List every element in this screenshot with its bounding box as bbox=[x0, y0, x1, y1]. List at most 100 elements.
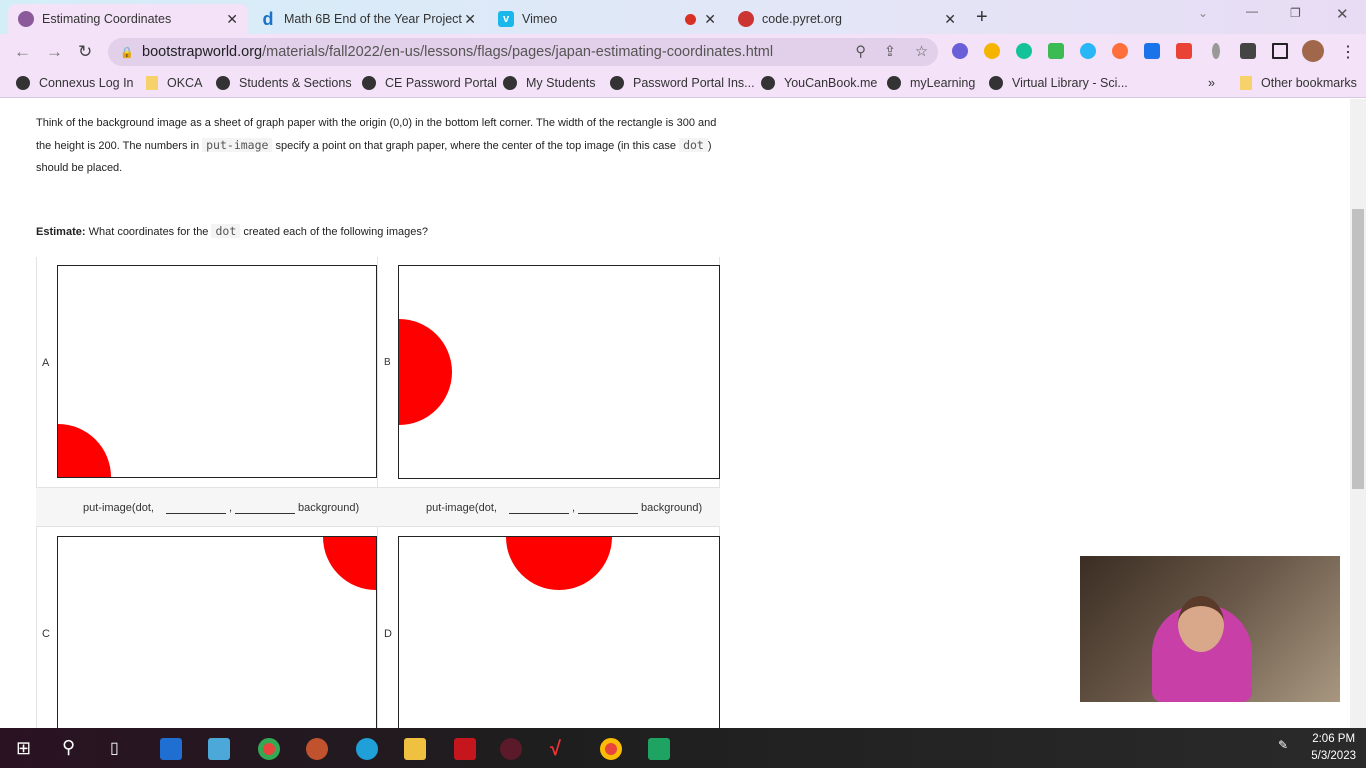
snipping-tool-icon[interactable] bbox=[306, 738, 328, 760]
chrome-icon[interactable] bbox=[258, 738, 280, 760]
windows-start-icon[interactable]: ⊞ bbox=[16, 738, 31, 759]
chrome-icon[interactable] bbox=[600, 738, 622, 760]
vimeo-favicon-icon: v bbox=[498, 11, 514, 27]
close-tab-icon[interactable]: ✕ bbox=[226, 11, 238, 28]
globe-icon bbox=[362, 76, 376, 90]
red-dot bbox=[506, 537, 612, 590]
bookmark[interactable]: Virtual Library - Sci... bbox=[989, 76, 1128, 90]
bookmark-star-icon[interactable]: ☆ bbox=[915, 44, 928, 60]
recording-icon bbox=[685, 13, 696, 25]
scrollbar-thumb[interactable] bbox=[1352, 209, 1364, 489]
extensions-puzzle-icon[interactable] bbox=[1240, 43, 1256, 59]
pen-icon[interactable]: ✎ bbox=[1278, 738, 1288, 752]
google-drive-icon[interactable] bbox=[984, 43, 1000, 59]
webcam-overlay bbox=[1080, 556, 1340, 702]
tab-title: Math 6B End of the Year Project bbox=[284, 12, 462, 26]
bookmark-label: Password Portal Ins... bbox=[633, 76, 755, 90]
image-label-a: A bbox=[42, 357, 50, 369]
image-label-d: D bbox=[384, 628, 392, 640]
kindle-icon[interactable] bbox=[208, 738, 230, 760]
bookmark[interactable]: YouCanBook.me bbox=[761, 76, 877, 90]
bookmark[interactable]: Password Portal Ins... bbox=[610, 76, 755, 90]
close-window-button[interactable]: ✕ bbox=[1336, 5, 1349, 23]
put-image-answer-b: put-image(dot,, background) bbox=[426, 498, 702, 514]
bookmarks-overflow-button[interactable]: » bbox=[1208, 76, 1215, 90]
tab-title: code.pyret.org bbox=[762, 12, 842, 26]
browser-toolbar: ← → ↻ 🔒 bootstrapworld.org/materials/fal… bbox=[0, 34, 1366, 70]
vimeo-extension-icon[interactable] bbox=[1144, 43, 1160, 59]
text: created each of the following images? bbox=[240, 226, 428, 238]
app-icon[interactable]: √ bbox=[550, 738, 572, 760]
profile-avatar[interactable] bbox=[1302, 40, 1324, 62]
red-dot bbox=[323, 537, 376, 590]
url-path: /materials/fall2022/en-us/lessons/flags/… bbox=[262, 44, 774, 60]
bookmark[interactable]: OKCA bbox=[146, 76, 202, 90]
new-tab-button[interactable]: + bbox=[976, 6, 988, 29]
bookmark[interactable]: Students & Sections bbox=[216, 76, 352, 90]
folder-icon bbox=[1240, 76, 1252, 90]
bookmark[interactable]: Connexus Log In bbox=[16, 76, 134, 90]
estimate-prompt: Estimate: What coordinates for the dot c… bbox=[36, 220, 726, 243]
answer-row: put-image(dot,, background) put-image(dot… bbox=[36, 487, 720, 527]
scrollbar[interactable] bbox=[1350, 99, 1366, 728]
extension-icon[interactable] bbox=[952, 43, 968, 59]
google-chat-icon[interactable] bbox=[648, 738, 670, 760]
acrobat-icon[interactable] bbox=[454, 738, 476, 760]
close-tab-icon[interactable]: ✕ bbox=[464, 11, 476, 28]
globe-icon bbox=[610, 76, 624, 90]
taskbar: ⊞ ⚲ ▯ √ ✎ 2:06 PM 5/3/2023 bbox=[0, 728, 1366, 768]
y-coordinate-blank[interactable] bbox=[235, 498, 295, 514]
tab-strip: Estimating Coordinates ✕ d Math 6B End of … bbox=[0, 0, 1366, 34]
forward-button[interactable]: → bbox=[46, 42, 63, 62]
microphone-icon[interactable] bbox=[1212, 43, 1220, 59]
edge-icon[interactable] bbox=[356, 738, 378, 760]
bookmark-label: Virtual Library - Sci... bbox=[1012, 76, 1128, 90]
globe-icon bbox=[16, 76, 30, 90]
address-bar[interactable]: 🔒 bootstrapworld.org/materials/fall2022/… bbox=[108, 38, 938, 66]
bookmark-label: OKCA bbox=[167, 76, 203, 90]
other-bookmarks[interactable]: Other bookmarks bbox=[1240, 76, 1357, 90]
zoom-icon[interactable]: ⚲ bbox=[855, 44, 866, 60]
minimize-button[interactable]: — bbox=[1246, 4, 1258, 18]
reload-button[interactable]: ↻ bbox=[78, 42, 92, 62]
bookmarks-bar: Connexus Log In OKCA Students & Sections… bbox=[0, 70, 1366, 98]
grammarly-icon[interactable] bbox=[1016, 43, 1032, 59]
extension-icon[interactable] bbox=[1176, 43, 1192, 59]
bookmark[interactable]: myLearning bbox=[887, 76, 975, 90]
extension-icon[interactable] bbox=[1048, 43, 1064, 59]
bookmark[interactable]: CE Password Portal bbox=[362, 76, 497, 90]
side-panel-icon[interactable] bbox=[1272, 43, 1288, 59]
share-icon[interactable]: ⇪ bbox=[884, 44, 896, 60]
image-d bbox=[398, 536, 720, 728]
tab-estimating-coordinates[interactable]: Estimating Coordinates ✕ bbox=[8, 4, 248, 34]
tab-pyret[interactable]: code.pyret.org ✕ bbox=[728, 4, 966, 34]
app-icon[interactable] bbox=[500, 738, 522, 760]
file-explorer-icon[interactable] bbox=[404, 738, 426, 760]
put-image-answer-a: put-image(dot,, background) bbox=[83, 498, 359, 514]
tab-search-icon[interactable]: ⌄ bbox=[1198, 6, 1208, 20]
extension-icon[interactable] bbox=[1112, 43, 1128, 59]
bookmark-label: myLearning bbox=[910, 76, 976, 90]
menu-icon[interactable]: ⋮ bbox=[1340, 42, 1356, 62]
clock[interactable]: 2:06 PM 5/3/2023 bbox=[1311, 731, 1356, 765]
tab-math-6b[interactable]: d Math 6B End of the Year Project ✕ bbox=[250, 4, 486, 34]
tab-vimeo[interactable]: v Vimeo ✕ bbox=[488, 4, 726, 34]
extension-icon[interactable] bbox=[1080, 43, 1096, 59]
url-domain: bootstrapworld.org bbox=[142, 44, 263, 60]
bold-label: Estimate: bbox=[36, 226, 86, 238]
x-coordinate-blank[interactable] bbox=[165, 498, 226, 514]
restore-button[interactable]: ❐ bbox=[1290, 6, 1301, 20]
search-icon[interactable]: ⚲ bbox=[62, 737, 75, 758]
close-tab-icon[interactable]: ✕ bbox=[704, 11, 716, 28]
x-coordinate-blank[interactable] bbox=[508, 498, 569, 514]
close-tab-icon[interactable]: ✕ bbox=[944, 11, 956, 28]
y-coordinate-blank[interactable] bbox=[578, 498, 638, 514]
date: 5/3/2023 bbox=[1311, 750, 1356, 762]
code: put-image bbox=[202, 138, 273, 152]
desmos-favicon-icon: d bbox=[262, 8, 274, 29]
task-view-icon[interactable]: ▯ bbox=[110, 738, 119, 758]
globe-icon bbox=[989, 76, 1003, 90]
app-icon[interactable] bbox=[160, 738, 182, 760]
back-button[interactable]: ← bbox=[14, 42, 31, 62]
bookmark[interactable]: My Students bbox=[503, 76, 595, 90]
